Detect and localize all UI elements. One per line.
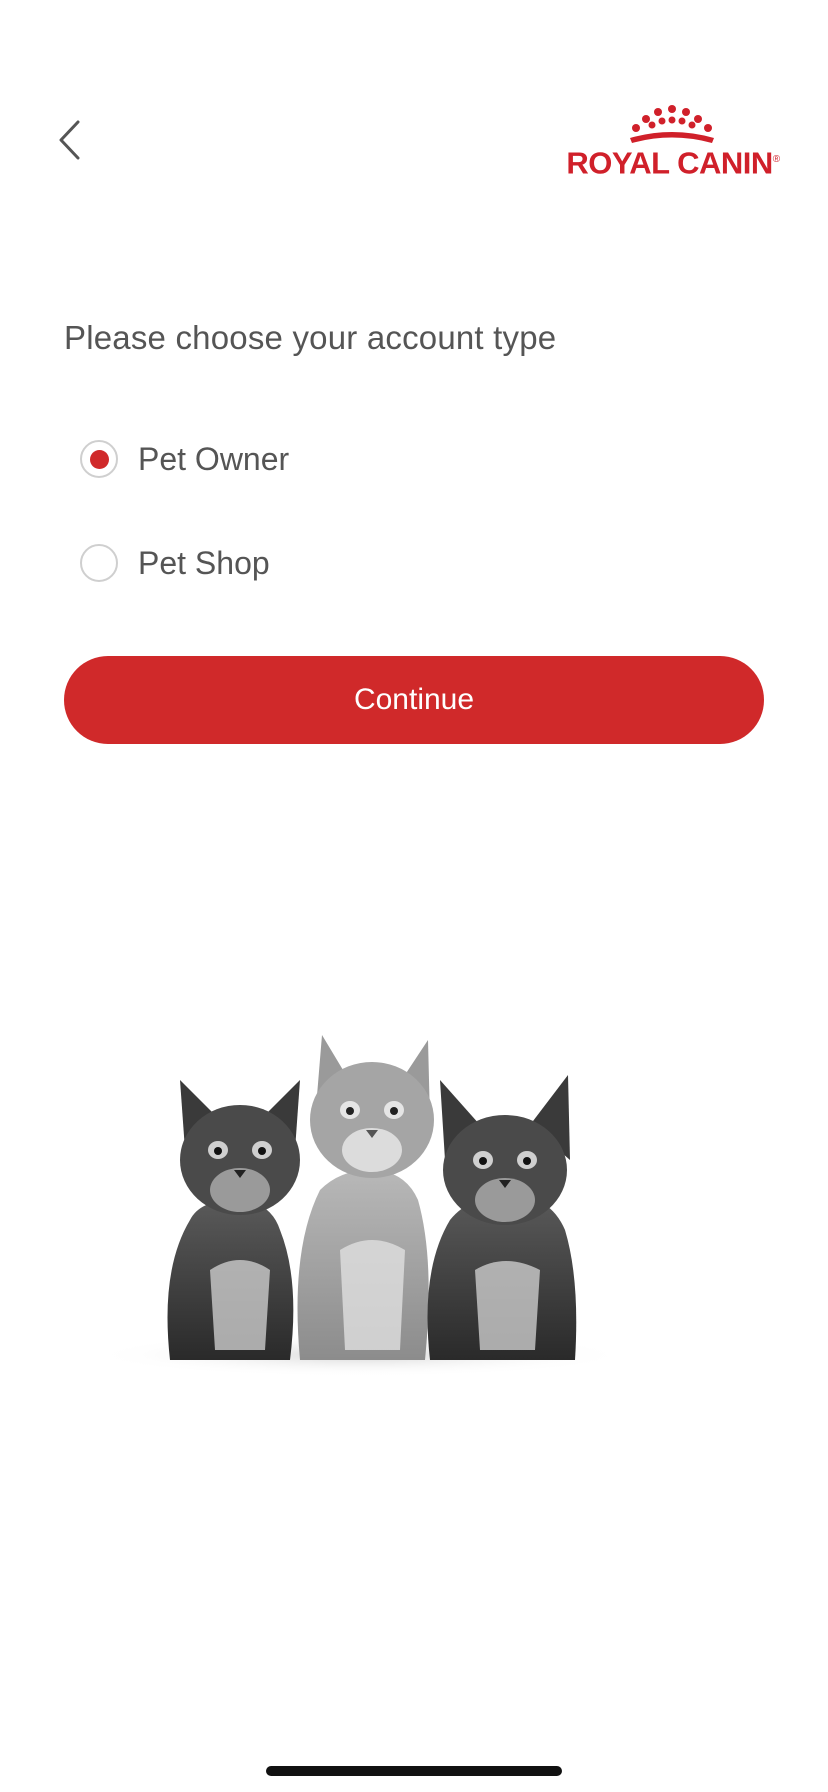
account-option-pet-shop[interactable]: Pet Shop (80, 541, 270, 585)
continue-button[interactable]: Continue (64, 656, 764, 744)
kitten-right (427, 1075, 577, 1360)
home-indicator[interactable] (266, 1766, 562, 1776)
logo-wordmark: ROYAL CANIN® (566, 142, 780, 181)
logo-text: ROYAL CANIN (566, 145, 773, 181)
back-button[interactable] (48, 110, 92, 170)
kittens-illustration (100, 1035, 630, 1377)
kitten-left (167, 1080, 300, 1360)
account-type-prompt: Please choose your account type (64, 319, 557, 356)
radio-dot (89, 449, 109, 469)
option-label: Pet Shop (138, 544, 270, 581)
chevron-left-icon (59, 120, 80, 160)
crown-icon (630, 105, 714, 143)
app-header: ROYAL CANIN® (0, 0, 828, 240)
registered-mark: ® (772, 154, 780, 165)
option-label: Pet Owner (138, 440, 290, 477)
kitten-middle (297, 1035, 434, 1360)
account-option-pet-owner[interactable]: Pet Owner (80, 437, 289, 481)
radio-selected[interactable] (80, 440, 118, 478)
royal-canin-logo: ROYAL CANIN® (566, 98, 780, 182)
radio-unselected[interactable] (80, 544, 118, 582)
